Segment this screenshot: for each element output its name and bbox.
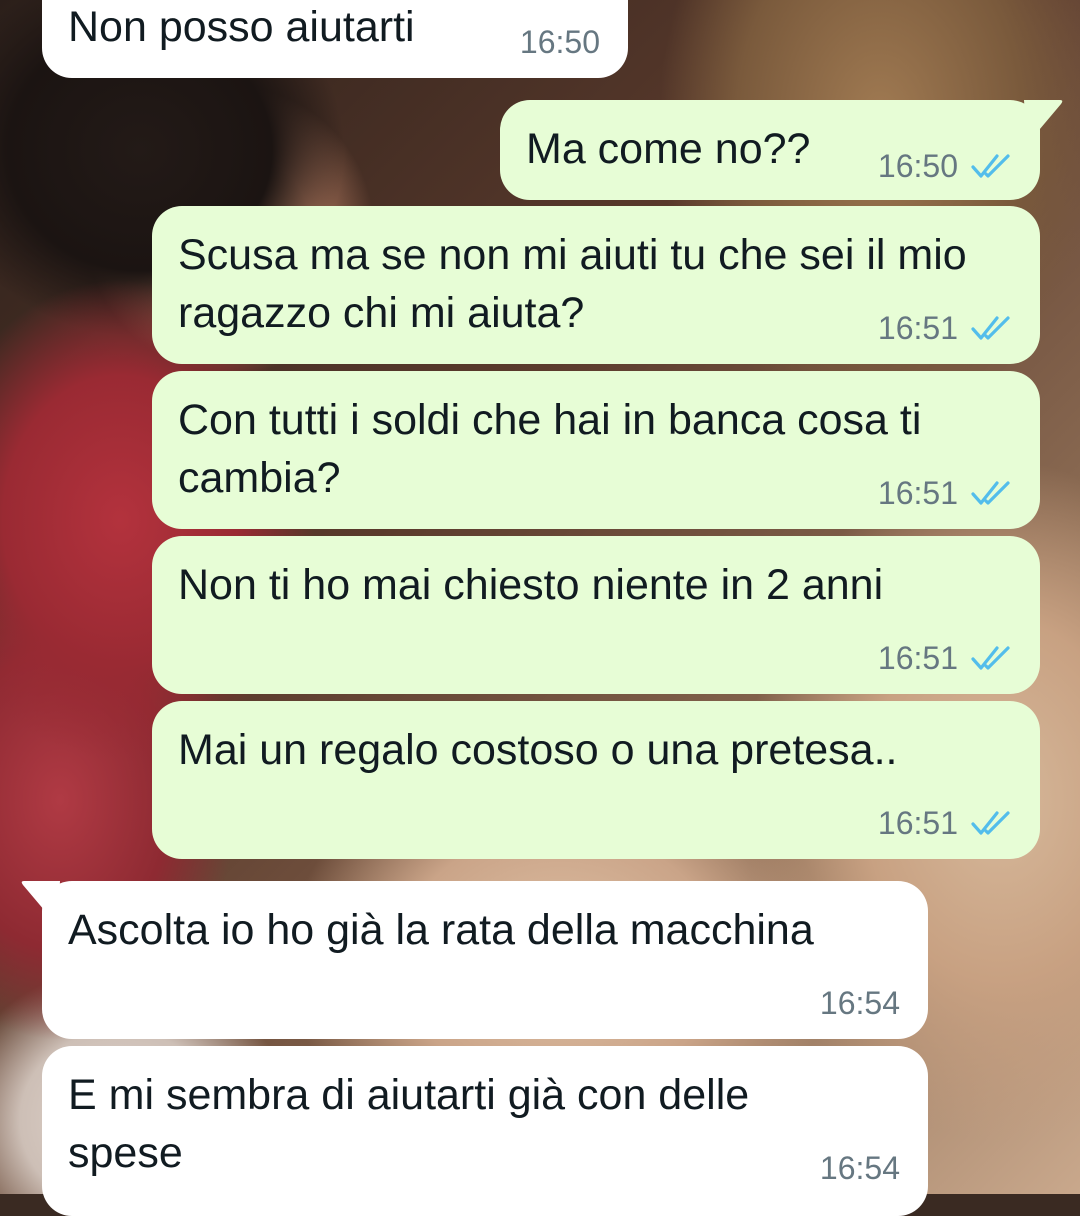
message-bubble-outgoing[interactable]: Mai un regalo costoso o una pretesa.. 16… — [152, 701, 1040, 859]
message-time: 16:54 — [819, 985, 900, 1021]
message-time: 16:50 — [519, 24, 600, 60]
message-text: E mi sembra di aiutarti già con delle sp… — [68, 1071, 762, 1177]
message-time: 16:51 — [877, 640, 958, 676]
message-bubble-incoming[interactable]: E mi sembra di aiutarti già con delle sp… — [42, 1046, 928, 1216]
message-bubble-outgoing[interactable]: Con tutti i soldi che hai in banca cosa … — [152, 371, 1040, 529]
double-check-icon — [971, 154, 1010, 178]
message-text: Mai un regalo costoso o una pretesa.. — [178, 726, 898, 774]
message-time: 16:51 — [877, 475, 958, 511]
message-meta: 16:51 — [878, 640, 1014, 676]
double-check-icon — [971, 646, 1010, 670]
message-bubble-outgoing[interactable]: Scusa ma se non mi aiuti tu che sei il m… — [152, 206, 1040, 364]
message-bubble-outgoing[interactable]: Non ti ho mai chiesto niente in 2 anni 1… — [152, 536, 1040, 694]
message-meta: 16:51 — [878, 310, 1014, 346]
message-bubble-incoming[interactable]: Ascolta io ho già la rata della macchina… — [42, 881, 928, 1039]
message-time: 16:50 — [877, 148, 958, 184]
message-time: 16:51 — [877, 805, 958, 841]
double-check-icon — [971, 481, 1010, 505]
message-bubble-outgoing[interactable]: Ma come no?? 16:50 — [500, 100, 1040, 200]
message-meta: 16:54 — [820, 985, 900, 1021]
message-meta: 16:51 — [878, 475, 1014, 511]
message-time: 16:51 — [877, 310, 958, 346]
message-meta: 16:54 — [820, 1150, 900, 1186]
message-time: 16:54 — [819, 1150, 900, 1186]
double-check-icon — [971, 811, 1010, 835]
message-text: Non ti ho mai chiesto niente in 2 anni — [178, 561, 884, 609]
double-check-icon — [971, 316, 1010, 340]
message-text: Ascolta io ho già la rata della macchina — [68, 906, 814, 954]
message-meta: 16:50 — [520, 24, 600, 60]
message-bubble-incoming[interactable]: Non posso aiutarti 16:50 — [42, 0, 628, 78]
message-meta: 16:50 — [878, 148, 1014, 184]
message-meta: 16:51 — [878, 805, 1014, 841]
